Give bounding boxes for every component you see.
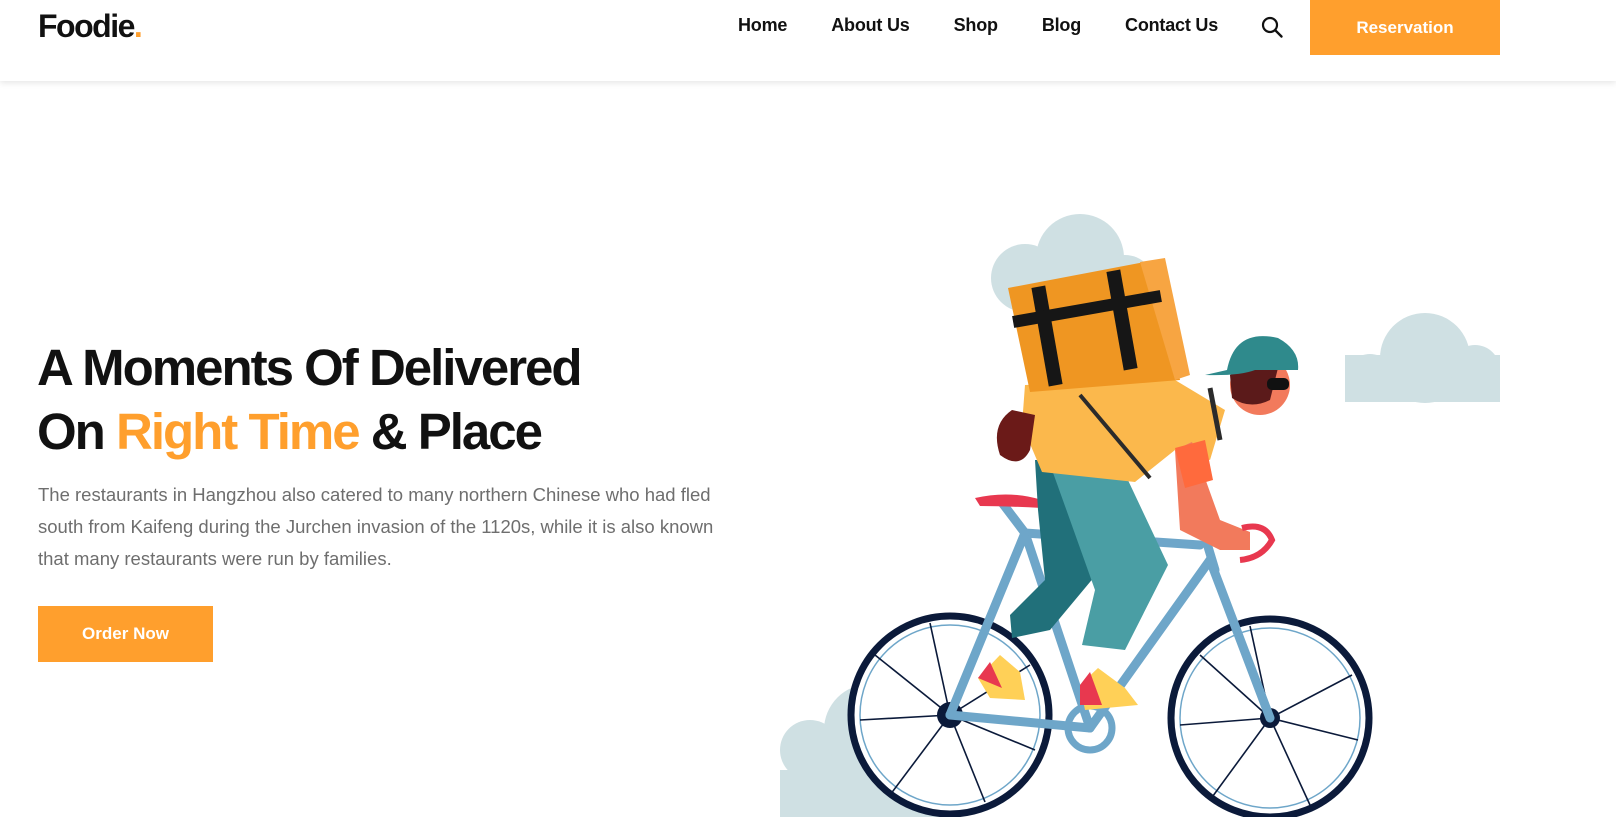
hero-title-accent: Right Time <box>116 403 361 460</box>
hero-title: A Moments Of Delivered On Right Time & P… <box>37 336 737 464</box>
search-icon[interactable] <box>1260 15 1284 39</box>
nav-blog[interactable]: Blog <box>1042 15 1081 36</box>
nav-contact-us[interactable]: Contact Us <box>1125 15 1218 36</box>
cloud-right <box>1345 313 1500 403</box>
rider-sunglasses <box>1267 378 1289 390</box>
nav-shop[interactable]: Shop <box>954 15 998 36</box>
hero-title-line1: A Moments Of Delivered <box>37 339 583 396</box>
hero-title-prefix: On <box>37 403 116 460</box>
site-header: Foodie. Home About Us Shop Blog Contact … <box>0 0 1616 81</box>
delivery-cyclist-illustration <box>780 214 1500 817</box>
order-now-button[interactable]: Order Now <box>38 606 213 662</box>
reservation-button[interactable]: Reservation <box>1310 0 1500 55</box>
nav-about-us[interactable]: About Us <box>831 15 910 36</box>
logo[interactable]: Foodie. <box>38 8 143 45</box>
hero-description: The restaurants in Hangzhou also catered… <box>38 484 714 569</box>
logo-dot: . <box>133 8 143 44</box>
saddle <box>975 494 1042 508</box>
rider-cap <box>1205 336 1299 376</box>
nav-home[interactable]: Home <box>738 15 787 36</box>
rider-ponytail <box>996 410 1035 462</box>
logo-text[interactable]: Foodie <box>38 8 135 44</box>
main-nav: Home About Us Shop Blog Contact Us <box>738 15 1262 36</box>
hero-title-suffix: & Place <box>358 403 543 460</box>
